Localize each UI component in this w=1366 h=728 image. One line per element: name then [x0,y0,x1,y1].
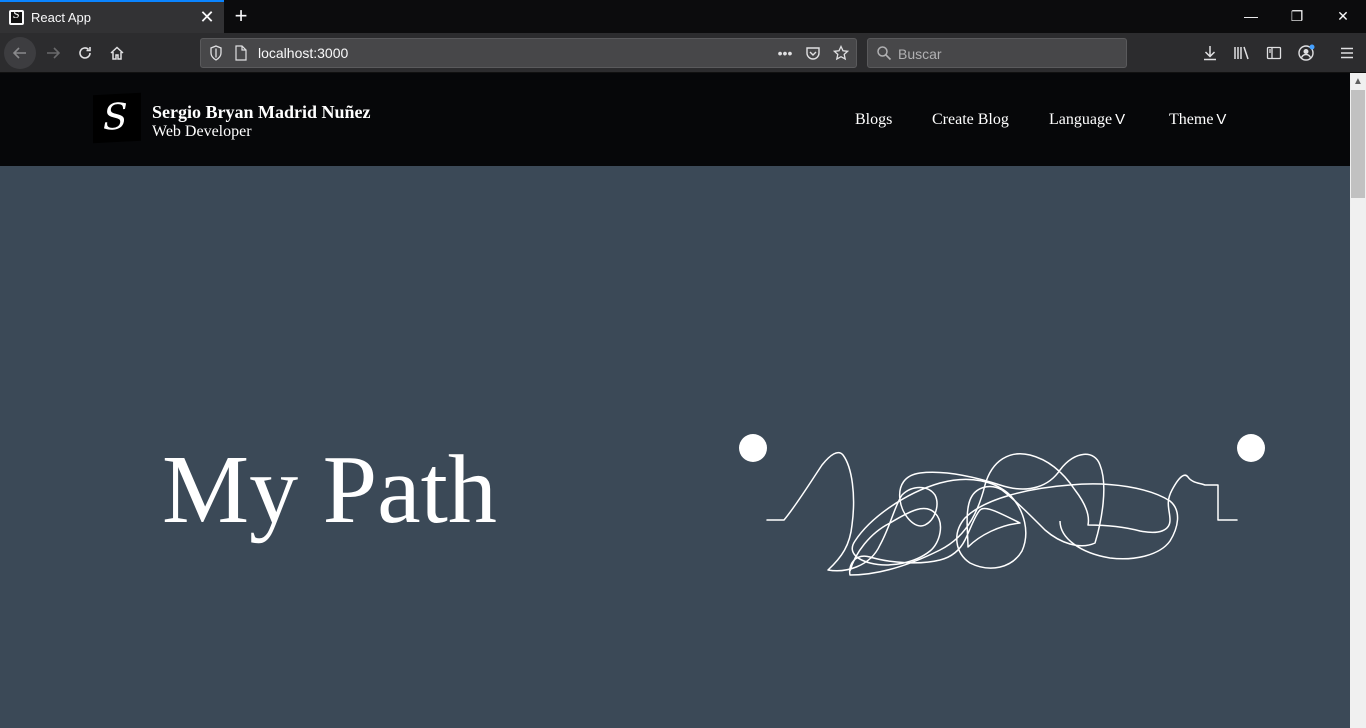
browser-tab[interactable]: S React App ✕ [0,0,224,33]
address-bar[interactable]: localhost:3000 ••• [200,38,857,68]
page-actions-icon[interactable]: ••• [774,41,796,65]
scroll-up-icon[interactable]: ▲ [1350,73,1366,90]
minimize-icon[interactable]: — [1228,0,1274,33]
chevron-down-icon: V [1115,111,1126,128]
menu-icon[interactable] [1335,41,1359,65]
sidebar-icon[interactable] [1262,41,1286,65]
downloads-icon[interactable] [1198,41,1222,65]
pocket-icon[interactable] [802,41,824,65]
url-text[interactable]: localhost:3000 [258,45,348,61]
path-line [766,451,1238,576]
page-scrollbar[interactable]: ▲ [1350,73,1366,728]
tracking-shield-icon[interactable] [209,45,223,66]
account-icon[interactable] [1294,41,1318,65]
browser-tab-bar: S React App ✕ + — ❐ ✕ [0,0,1366,33]
nav-link-blogs[interactable]: Blogs [855,111,892,129]
site-header: S Sergio Bryan Madrid Nuñez Web Develope… [0,73,1350,166]
search-input[interactable] [898,44,1118,64]
forward-icon[interactable] [37,37,69,69]
search-bar[interactable] [867,38,1127,68]
brand-role: Web Developer [152,123,252,140]
theme-dropdown[interactable]: Theme V [1169,111,1226,129]
search-icon [876,45,892,66]
bookmark-star-icon[interactable] [830,41,852,65]
close-tab-icon[interactable]: ✕ [197,7,217,27]
home-icon[interactable] [101,37,133,69]
restore-icon[interactable]: ❐ [1274,0,1320,33]
reload-icon[interactable] [69,37,101,69]
close-window-icon[interactable]: ✕ [1320,0,1366,33]
browser-toolbar: localhost:3000 ••• [0,33,1366,73]
tab-favicon-icon: S [9,10,24,25]
logo[interactable]: S [93,92,141,144]
chevron-down-icon: V [1216,111,1227,128]
path-start-dot [739,434,767,462]
new-tab-icon[interactable]: + [229,4,253,28]
hero-title: My Path [162,436,497,544]
path-illustration [739,434,1265,576]
page-info-icon[interactable] [234,45,248,66]
nav-link-create-blog[interactable]: Create Blog [932,111,1009,129]
brand-name: Sergio Bryan Madrid Nuñez [152,102,371,122]
scroll-thumb[interactable] [1351,90,1365,198]
page-viewport: S Sergio Bryan Madrid Nuñez Web Develope… [0,73,1350,728]
language-dropdown[interactable]: Language V [1049,111,1125,129]
back-icon[interactable] [4,37,36,69]
library-icon[interactable] [1230,41,1254,65]
path-end-dot [1237,434,1265,462]
tab-title: React App [31,10,91,25]
